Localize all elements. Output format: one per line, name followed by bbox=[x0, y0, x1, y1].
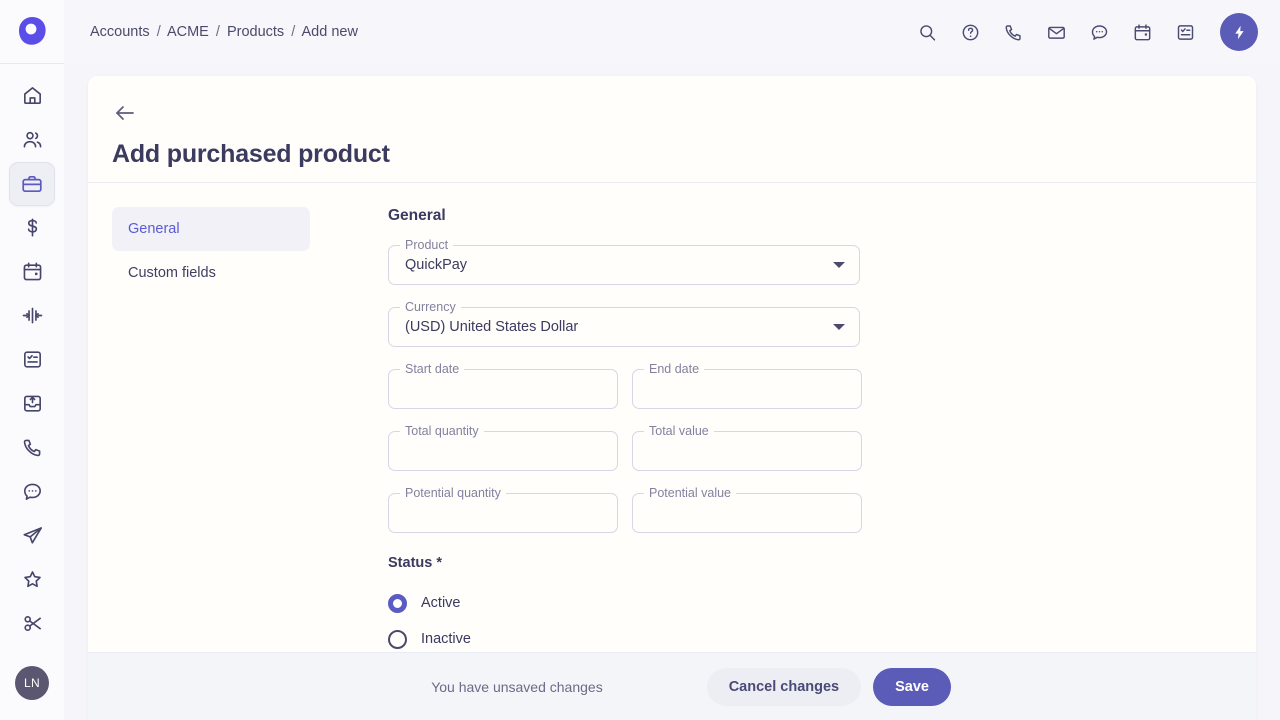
potential-value-input[interactable]: Potential value bbox=[632, 486, 862, 533]
breadcrumb-item-accounts[interactable]: Accounts bbox=[90, 24, 150, 40]
breadcrumb-separator: / bbox=[215, 24, 220, 40]
card-header: Add purchased product bbox=[88, 76, 1256, 182]
radio-active-label: Active bbox=[421, 595, 461, 611]
sidebar-item-home[interactable] bbox=[9, 74, 55, 118]
sidebar-item-tasks[interactable] bbox=[9, 338, 55, 382]
product-value: QuickPay bbox=[405, 257, 468, 273]
sidebar-item-messages[interactable] bbox=[9, 470, 55, 514]
sidebar-item-calls[interactable] bbox=[9, 426, 55, 470]
sidebar-item-imports[interactable] bbox=[9, 382, 55, 426]
chevron-down-icon[interactable] bbox=[833, 324, 845, 330]
currency-value: (USD) United States Dollar bbox=[405, 319, 579, 335]
potential-value-label: Potential value bbox=[644, 486, 737, 500]
status-label: Status * bbox=[388, 555, 442, 571]
potential-quantity-input[interactable]: Potential quantity bbox=[388, 486, 618, 533]
radio-inactive-label: Inactive bbox=[421, 631, 471, 647]
breadcrumb-item-add-new[interactable]: Add new bbox=[301, 24, 357, 40]
tab-general[interactable]: General bbox=[112, 207, 310, 251]
top-bar-actions bbox=[916, 13, 1258, 51]
page-title: Add purchased product bbox=[112, 140, 390, 168]
tab-custom-fields-label: Custom fields bbox=[128, 265, 216, 281]
potential-quantity-label: Potential quantity bbox=[400, 486, 506, 500]
rail-item-list bbox=[9, 64, 55, 646]
radio-inactive-indicator[interactable] bbox=[388, 629, 407, 649]
breadcrumb: Accounts / ACME / Products / Add new bbox=[90, 24, 358, 40]
sidebar-item-snippets[interactable] bbox=[9, 602, 55, 646]
chevron-down-icon[interactable] bbox=[833, 262, 845, 268]
sidebar-item-deals[interactable] bbox=[9, 161, 55, 206]
product-select[interactable]: Product QuickPay bbox=[388, 238, 860, 285]
cancel-changes-button[interactable]: Cancel changes bbox=[706, 667, 862, 706]
start-date-input[interactable]: Start date bbox=[388, 362, 618, 409]
breadcrumb-item-products[interactable]: Products bbox=[227, 24, 284, 40]
total-value-label: Total value bbox=[644, 424, 714, 438]
sidebar-item-billing[interactable] bbox=[9, 206, 55, 250]
field-row-currency: Currency (USD) United States Dollar bbox=[388, 300, 862, 347]
sidebar-item-activity[interactable] bbox=[9, 294, 55, 338]
avatar-container: LN bbox=[15, 646, 49, 720]
radio-active-indicator[interactable] bbox=[388, 593, 407, 613]
app-window: LN Accounts / ACME / Products / Add new bbox=[0, 0, 1280, 720]
lightning-bolt-icon bbox=[1234, 25, 1244, 39]
calendar-icon[interactable] bbox=[1131, 21, 1153, 43]
quick-actions-button[interactable] bbox=[1220, 13, 1258, 51]
radio-status-active[interactable]: Active bbox=[388, 585, 862, 621]
total-value-input[interactable]: Total value bbox=[632, 424, 862, 471]
task-list-icon[interactable] bbox=[1174, 21, 1196, 43]
form-action-bar: You have unsaved changes Cancel changes … bbox=[88, 652, 1256, 720]
sidebar-item-campaigns[interactable] bbox=[9, 514, 55, 558]
help-circle-icon[interactable] bbox=[959, 21, 981, 43]
sidebar-item-contacts[interactable] bbox=[9, 118, 55, 162]
mail-icon[interactable] bbox=[1045, 21, 1067, 43]
section-tab-list: General Custom fields bbox=[88, 207, 310, 657]
top-bar: Accounts / ACME / Products / Add new bbox=[64, 0, 1280, 64]
unsaved-changes-text: You have unsaved changes bbox=[431, 678, 603, 695]
card-body: General Custom fields General Product Qu… bbox=[88, 183, 1256, 657]
end-date-label: End date bbox=[644, 362, 705, 376]
breadcrumb-separator: / bbox=[291, 24, 296, 40]
sidebar-item-favorites[interactable] bbox=[9, 558, 55, 602]
save-button[interactable]: Save bbox=[873, 667, 951, 706]
tab-custom-fields[interactable]: Custom fields bbox=[112, 251, 310, 295]
sidebar-item-calendar[interactable] bbox=[9, 250, 55, 294]
total-quantity-input[interactable]: Total quantity bbox=[388, 424, 618, 471]
left-nav-rail: LN bbox=[0, 0, 64, 720]
start-date-label: Start date bbox=[400, 362, 465, 376]
tab-general-label: General bbox=[128, 221, 180, 237]
breadcrumb-item-acme[interactable]: ACME bbox=[167, 24, 209, 40]
field-row-potential: Potential quantity Potential value bbox=[388, 486, 862, 533]
chat-bubble-icon[interactable] bbox=[1088, 21, 1110, 43]
field-row-product: Product QuickPay bbox=[388, 238, 862, 285]
avatar[interactable]: LN bbox=[15, 665, 49, 700]
app-logo[interactable] bbox=[0, 0, 64, 63]
breadcrumb-separator: / bbox=[156, 24, 161, 40]
total-quantity-label: Total quantity bbox=[400, 424, 484, 438]
arrow-left-icon[interactable] bbox=[112, 100, 138, 126]
product-form: General Product QuickPay Currency (USD) … bbox=[310, 207, 862, 657]
field-row-dates: Start date End date bbox=[388, 362, 862, 409]
field-row-totals: Total quantity Total value bbox=[388, 424, 862, 471]
currency-select[interactable]: Currency (USD) United States Dollar bbox=[388, 300, 860, 347]
phone-icon[interactable] bbox=[1002, 21, 1024, 43]
end-date-input[interactable]: End date bbox=[632, 362, 862, 409]
form-section-title: General bbox=[388, 207, 446, 224]
content-card: Add purchased product General Custom fie… bbox=[88, 76, 1256, 720]
search-icon[interactable] bbox=[916, 21, 938, 43]
